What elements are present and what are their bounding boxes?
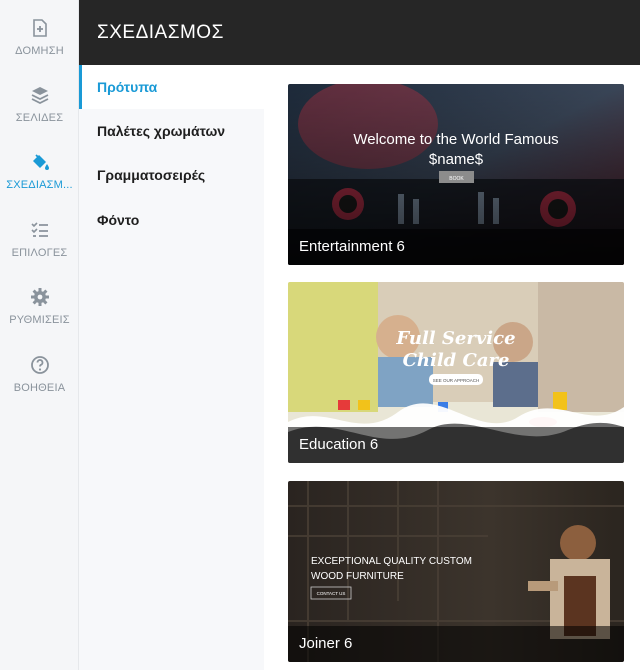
subnav-item-label: Φόντο xyxy=(97,212,140,228)
design-header: ΣΧΕΔΙΑΣΜΟΣ xyxy=(79,0,640,65)
preview-button: CONTACT US xyxy=(317,591,346,596)
rail-item-label: ΕΠΙΛΟΓΕΣ xyxy=(11,247,68,259)
subnav-item-background[interactable]: Φόντο xyxy=(79,198,264,242)
template-caption: Entertainment 6 xyxy=(288,229,624,265)
template-caption: Education 6 xyxy=(288,427,624,463)
preview-headline-2: Child Care xyxy=(403,350,510,371)
preview-headline: Welcome to the World Famous xyxy=(353,131,558,148)
rail-item-label: ΣΧΕΔΙΑΣΜ... xyxy=(6,179,73,191)
template-name: Entertainment 6 xyxy=(299,238,405,255)
template-card-entertainment-6[interactable]: Welcome to the World Famous $name$ BOOK … xyxy=(288,84,624,265)
help-icon xyxy=(30,356,49,374)
layers-icon xyxy=(31,87,48,105)
subnav-item-label: Παλέτες χρωμάτων xyxy=(97,123,226,139)
template-card-education-6[interactable]: Full Service Child Care SEE OUR APPROACH… xyxy=(288,282,624,463)
gear-icon xyxy=(30,288,49,306)
app: ΔΟΜΗΣΗ ΣΕΛΙΔΕΣ ΣΧΕΔΙΑΣΜ... ΕΠΙΛΟΓΕΣ ΡΥΘΜ… xyxy=(0,0,640,670)
rail-item-build[interactable]: ΔΟΜΗΣΗ xyxy=(0,18,79,78)
preview-headline-2: WOOD FURNITURE xyxy=(311,571,404,582)
rail-item-settings[interactable]: ΡΥΘΜΙΣΕΙΣ xyxy=(0,287,79,347)
paint-bucket-icon xyxy=(32,154,49,170)
preview-headline: Full Service xyxy=(395,328,515,349)
subnav-item-templates[interactable]: Πρότυπα xyxy=(79,65,264,109)
page-title: ΣΧΕΔΙΑΣΜΟΣ xyxy=(97,22,224,43)
rail-item-label: ΔΟΜΗΣΗ xyxy=(15,45,64,57)
template-name: Education 6 xyxy=(299,436,379,453)
subnav-item-label: Γραμματοσειρές xyxy=(97,167,206,183)
add-page-icon xyxy=(32,19,47,37)
preview-headline: EXCEPTIONAL QUALITY CUSTOM xyxy=(311,556,472,567)
subnav-item-color-palettes[interactable]: Παλέτες χρωμάτων xyxy=(79,109,264,153)
template-card-joiner-6[interactable]: EXCEPTIONAL QUALITY CUSTOM WOOD FURNITUR… xyxy=(288,481,624,662)
template-name: Joiner 6 xyxy=(299,635,353,652)
preview-button: SEE OUR APPROACH xyxy=(433,378,480,383)
left-rail: ΔΟΜΗΣΗ ΣΕΛΙΔΕΣ ΣΧΕΔΙΑΣΜ... ΕΠΙΛΟΓΕΣ ΡΥΘΜ… xyxy=(0,0,79,670)
subnav-item-fonts[interactable]: Γραμματοσειρές xyxy=(79,153,264,197)
design-subnav: Πρότυπα Παλέτες χρωμάτων Γραμματοσειρές … xyxy=(79,65,264,670)
rail-item-label: ΣΕΛΙΔΕΣ xyxy=(15,112,64,124)
subnav-item-label: Πρότυπα xyxy=(97,79,158,95)
rail-item-design[interactable]: ΣΧΕΔΙΑΣΜ... xyxy=(0,152,79,212)
rail-item-pages[interactable]: ΣΕΛΙΔΕΣ xyxy=(0,85,79,145)
templates-gallery: Welcome to the World Famous $name$ BOOK … xyxy=(264,65,640,670)
template-caption: Joiner 6 xyxy=(288,626,624,662)
preview-button: BOOK xyxy=(449,176,464,182)
rail-item-label: ΡΥΘΜΙΣΕΙΣ xyxy=(9,314,70,326)
checklist-icon xyxy=(30,222,48,237)
rail-item-label: ΒΟΗΘΕΙΑ xyxy=(13,382,66,394)
preview-headline-2: $name$ xyxy=(429,151,484,168)
rail-item-options[interactable]: ΕΠΙΛΟΓΕΣ xyxy=(0,220,79,280)
rail-item-help[interactable]: ΒΟΗΘΕΙΑ xyxy=(0,355,79,415)
